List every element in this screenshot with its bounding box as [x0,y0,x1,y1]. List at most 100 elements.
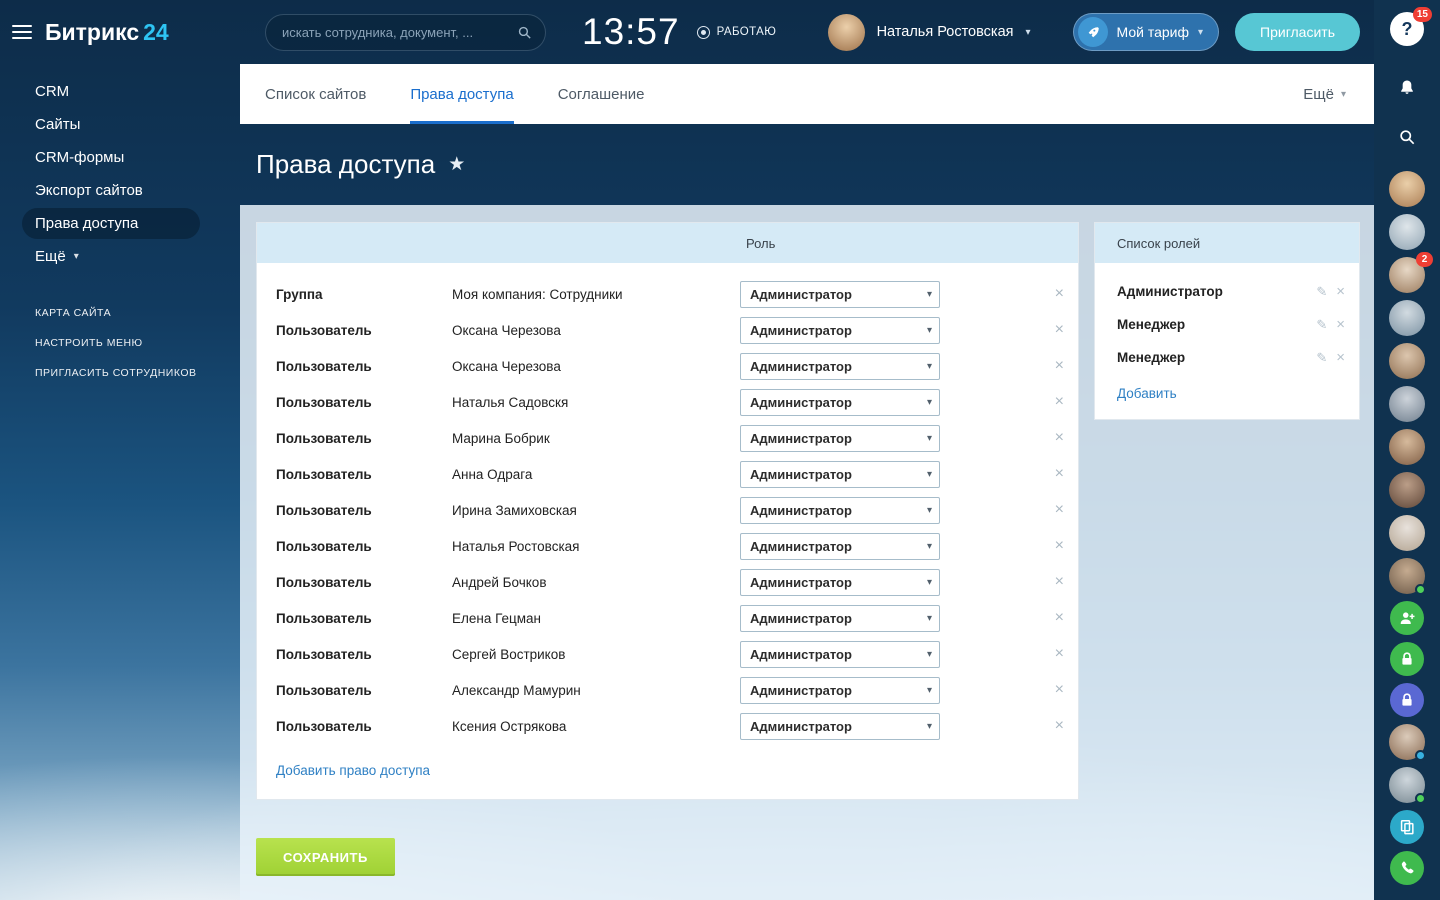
role-select[interactable]: Администратор▾ [740,317,940,344]
menu-icon[interactable] [12,25,32,39]
remove-row-icon[interactable]: × [1055,574,1064,590]
sidebar-item-access-rights[interactable]: Права доступа [22,208,200,239]
remove-row-icon[interactable]: × [1055,610,1064,626]
add-access-right-link[interactable]: Добавить право доступа [276,763,430,778]
help-icon[interactable]: ?15 [1390,12,1424,46]
tabs-more-button[interactable]: Ещё ▾ [1303,64,1346,124]
role-select[interactable]: Администратор▾ [740,641,940,668]
delete-icon[interactable]: × [1336,283,1345,300]
search-input[interactable] [282,25,516,40]
remove-row-icon[interactable]: × [1055,322,1064,338]
tariff-label: Мой тариф [1117,24,1189,40]
remove-row-icon[interactable]: × [1055,358,1064,374]
search-icon[interactable] [516,24,533,41]
chevron-down-icon: ▾ [927,325,932,336]
role-select[interactable]: Администратор▾ [740,281,940,308]
status-dot [1415,750,1426,761]
global-search[interactable] [265,14,546,51]
sidebar-item-sitemap[interactable]: КАРТА САЙТА [35,298,240,328]
search-icon[interactable] [1390,120,1424,154]
edit-icon[interactable]: ✎ [1316,317,1327,333]
avatar[interactable] [1389,171,1425,207]
role-select[interactable]: Администратор▾ [740,353,940,380]
remove-row-icon[interactable]: × [1055,718,1064,734]
favorite-star-icon[interactable]: ★ [448,153,465,176]
user-menu[interactable]: Наталья Ростовская ▾ [828,14,1031,51]
bell-icon[interactable] [1390,71,1424,105]
role-select[interactable]: Администратор▾ [740,461,940,488]
status-record-icon [697,26,710,39]
access-row: ПользовательОксана ЧерезоваАдминистратор… [257,312,1078,348]
sidebar-item-label: Экспорт сайтов [35,182,143,199]
role-select[interactable]: Администратор▾ [740,713,940,740]
sidebar-item-label: Сайты [35,116,80,133]
avatar[interactable]: 2 [1389,257,1425,293]
chevron-down-icon: ▾ [927,433,932,444]
sidebar-item-site-export[interactable]: Экспорт сайтов [22,175,200,206]
avatar[interactable] [1389,429,1425,465]
worktime-clock[interactable]: 13:57 [582,11,680,53]
sidebar-item-configure-menu[interactable]: НАСТРОИТЬ МЕНЮ [35,328,240,358]
avatar[interactable] [828,14,865,51]
edit-icon[interactable]: ✎ [1316,284,1327,300]
avatar[interactable] [1389,472,1425,508]
role-select-value: Администратор [750,539,852,554]
tariff-button[interactable]: Мой тариф ▾ [1073,13,1220,51]
brand-logo[interactable]: Битрикс24 [45,19,169,46]
remove-row-icon[interactable]: × [1055,502,1064,518]
chevron-down-icon: ▾ [927,577,932,588]
add-role-link[interactable]: Добавить [1117,386,1177,401]
delete-icon[interactable]: × [1336,316,1345,333]
role-item: Менеджер✎× [1117,308,1345,341]
role-select[interactable]: Администратор▾ [740,533,940,560]
remove-row-icon[interactable]: × [1055,646,1064,662]
add-person-icon[interactable] [1390,601,1424,635]
invite-button[interactable]: Пригласить [1235,13,1360,51]
work-status[interactable]: РАБОТАЮ [697,26,777,39]
avatar[interactable] [1389,558,1425,594]
avatar[interactable] [1389,300,1425,336]
avatar[interactable] [1389,767,1425,803]
lock-icon[interactable] [1390,642,1424,676]
avatar[interactable] [1389,515,1425,551]
remove-row-icon[interactable]: × [1055,538,1064,554]
roles-panel-header: Список ролей [1095,223,1359,263]
role-select[interactable]: Администратор▾ [740,677,940,704]
remove-row-icon[interactable]: × [1055,394,1064,410]
chevron-down-icon: ▾ [927,397,932,408]
remove-row-icon[interactable]: × [1055,286,1064,302]
avatar[interactable] [1389,724,1425,760]
sidebar-item-label: Права доступа [35,215,138,232]
tabs-bar: Список сайтов Права доступа Соглашение Ещё… [240,64,1374,124]
subject-name-label: Марина Бобрик [452,431,740,446]
screen-share-icon[interactable] [1390,810,1424,844]
sidebar-item-invite-employees[interactable]: ПРИГЛАСИТЬ СОТРУДНИКОВ [35,358,240,388]
remove-row-icon[interactable]: × [1055,682,1064,698]
sidebar-item-sites[interactable]: Сайты [22,109,200,140]
role-select[interactable]: Администратор▾ [740,605,940,632]
subject-type-label: Пользователь [276,683,452,698]
edit-icon[interactable]: ✎ [1316,350,1327,366]
brand-number: 24 [143,19,169,45]
tab-access-rights[interactable]: Права доступа [410,64,513,124]
phone-icon[interactable] [1390,851,1424,885]
save-button[interactable]: СОХРАНИТЬ [256,838,395,876]
tab-site-list[interactable]: Список сайтов [265,64,366,124]
subject-type-label: Пользователь [276,575,452,590]
avatar[interactable] [1389,214,1425,250]
role-select[interactable]: Администратор▾ [740,425,940,452]
role-select[interactable]: Администратор▾ [740,389,940,416]
avatar[interactable] [1389,343,1425,379]
sidebar-item-crm-forms[interactable]: CRM-формы [22,142,200,173]
subject-type-label: Пользователь [276,611,452,626]
avatar[interactable] [1389,386,1425,422]
role-select[interactable]: Администратор▾ [740,497,940,524]
sidebar-item-crm[interactable]: CRM [22,76,200,107]
remove-row-icon[interactable]: × [1055,466,1064,482]
tab-agreement[interactable]: Соглашение [558,64,645,124]
lock-icon[interactable] [1390,683,1424,717]
role-select[interactable]: Администратор▾ [740,569,940,596]
delete-icon[interactable]: × [1336,349,1345,366]
sidebar-item-more[interactable]: Ещё▾ [22,241,200,272]
remove-row-icon[interactable]: × [1055,430,1064,446]
